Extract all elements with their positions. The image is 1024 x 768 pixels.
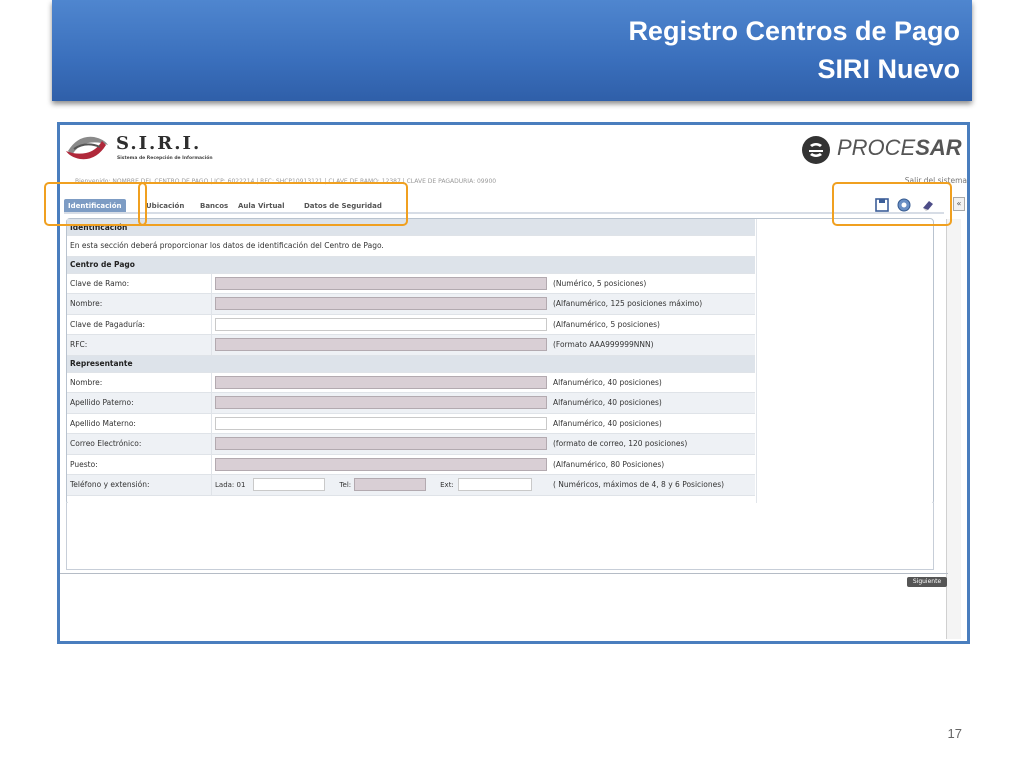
field-label: Clave de Ramo: xyxy=(67,273,212,294)
apellido-paterno-field[interactable] xyxy=(215,396,547,410)
form-row: Clave de Pagaduría: (Alfanumérico, 5 pos… xyxy=(67,314,755,335)
form-panel: Identificación En esta sección deberá pr… xyxy=(66,218,934,505)
procesar-text-a: PROCE xyxy=(837,135,916,160)
field-hint: (Alfanumérico, 125 posiciones máximo) xyxy=(550,293,755,315)
tel-field[interactable] xyxy=(354,478,427,492)
rfc-field[interactable] xyxy=(215,338,547,352)
next-button[interactable]: Siguiente xyxy=(907,577,947,587)
ext-field[interactable] xyxy=(457,478,532,492)
field-label: RFC: xyxy=(67,334,212,356)
rep-nombre-field[interactable] xyxy=(215,375,547,389)
field-label: Nombre: xyxy=(67,293,212,315)
field-hint: Alfanumérico, 40 posiciones) xyxy=(550,372,755,393)
section-title-centro: Centro de Pago xyxy=(67,256,755,274)
page-number: 17 xyxy=(947,726,962,741)
clave-ramo-field[interactable] xyxy=(215,276,547,290)
siri-logo-subtitle: Sistema de Recepción de Información xyxy=(117,156,213,161)
field-hint: (Alfanumérico, 5 posiciones) xyxy=(550,314,755,335)
field-label: Apellido Paterno: xyxy=(67,392,212,414)
form-row: Clave de Ramo: (Numérico, 5 posiciones) xyxy=(67,273,755,294)
field-label: Puesto: xyxy=(67,454,212,475)
tel-label: Tel: xyxy=(339,480,352,489)
field-label: Teléfono y extensión: xyxy=(67,474,212,496)
field-hint: (Numérico, 5 posiciones) xyxy=(550,273,755,294)
siri-logo-icon xyxy=(66,136,108,160)
panel-divider xyxy=(756,219,757,504)
form-row: Teléfono y extensión: Lada: 01 Tel: Ext:… xyxy=(67,474,755,496)
form-row: Apellido Paterno: Alfanumérico, 40 posic… xyxy=(67,392,755,414)
form-row: Correo Electrónico: (formato de correo, … xyxy=(67,433,755,455)
field-hint: (Formato AAA999999NNN) xyxy=(550,334,755,356)
highlight-other-tabs xyxy=(138,182,408,226)
apellido-materno-field[interactable] xyxy=(215,416,547,430)
procesar-text-b: SAR xyxy=(915,135,962,160)
lada-field[interactable] xyxy=(253,478,326,492)
slide-title: Registro Centros de Pago SIRI Nuevo xyxy=(628,12,960,88)
highlight-toolbar xyxy=(832,182,952,226)
slide-title-line1: Registro Centros de Pago xyxy=(628,16,960,46)
clave-pagaduria-field[interactable] xyxy=(215,317,547,331)
field-hint: (formato de correo, 120 posiciones) xyxy=(550,433,755,455)
lower-panel xyxy=(66,503,934,570)
highlight-identificacion-tab xyxy=(44,182,147,226)
siri-logo-text: S.I.R.I. xyxy=(116,133,202,154)
field-hint: Alfanumérico, 40 posiciones) xyxy=(550,392,755,414)
procesar-logo-icon xyxy=(802,136,830,164)
procesar-logo: PROCESAR xyxy=(801,133,962,167)
nombre-centro-field[interactable] xyxy=(215,297,547,311)
field-label: Correo Electrónico: xyxy=(67,433,212,455)
field-label: Nombre: xyxy=(67,372,212,393)
form-row: Nombre: (Alfanumérico, 125 posiciones má… xyxy=(67,293,755,315)
field-label: Apellido Materno: xyxy=(67,413,212,434)
form-row: Nombre: Alfanumérico, 40 posiciones) xyxy=(67,372,755,393)
puesto-field[interactable] xyxy=(215,457,547,471)
section-description: En esta sección deberá proporcionar los … xyxy=(67,235,755,257)
field-hint: ( Numéricos, máximos de 4, 8 y 6 Posicio… xyxy=(550,474,755,496)
form-row: Apellido Materno: Alfanumérico, 40 posic… xyxy=(67,413,755,434)
identification-form: Identificación En esta sección deberá pr… xyxy=(67,219,755,496)
slide-banner: Registro Centros de Pago SIRI Nuevo xyxy=(52,0,972,101)
form-row: Puesto: (Alfanumérico, 80 Posiciones) xyxy=(67,454,755,475)
scrollbar[interactable] xyxy=(946,219,961,639)
field-hint: (Alfanumérico, 80 Posiciones) xyxy=(550,454,755,475)
field-hint: Alfanumérico, 40 posiciones) xyxy=(550,413,755,434)
correo-field[interactable] xyxy=(215,437,547,451)
procesar-logo-text: PROCESAR xyxy=(837,135,962,161)
form-row: RFC: (Formato AAA999999NNN) xyxy=(67,334,755,356)
footer-divider xyxy=(60,573,948,574)
slide-title-line2: SIRI Nuevo xyxy=(817,54,960,84)
lada-label: Lada: 01 xyxy=(215,480,246,489)
ext-label: Ext: xyxy=(440,480,454,489)
section-title-representante: Representante xyxy=(67,355,755,373)
field-label: Clave de Pagaduría: xyxy=(67,314,212,335)
collapse-panel-button[interactable]: « xyxy=(953,197,965,211)
phone-group: Lada: 01 Tel: Ext: xyxy=(215,478,547,492)
